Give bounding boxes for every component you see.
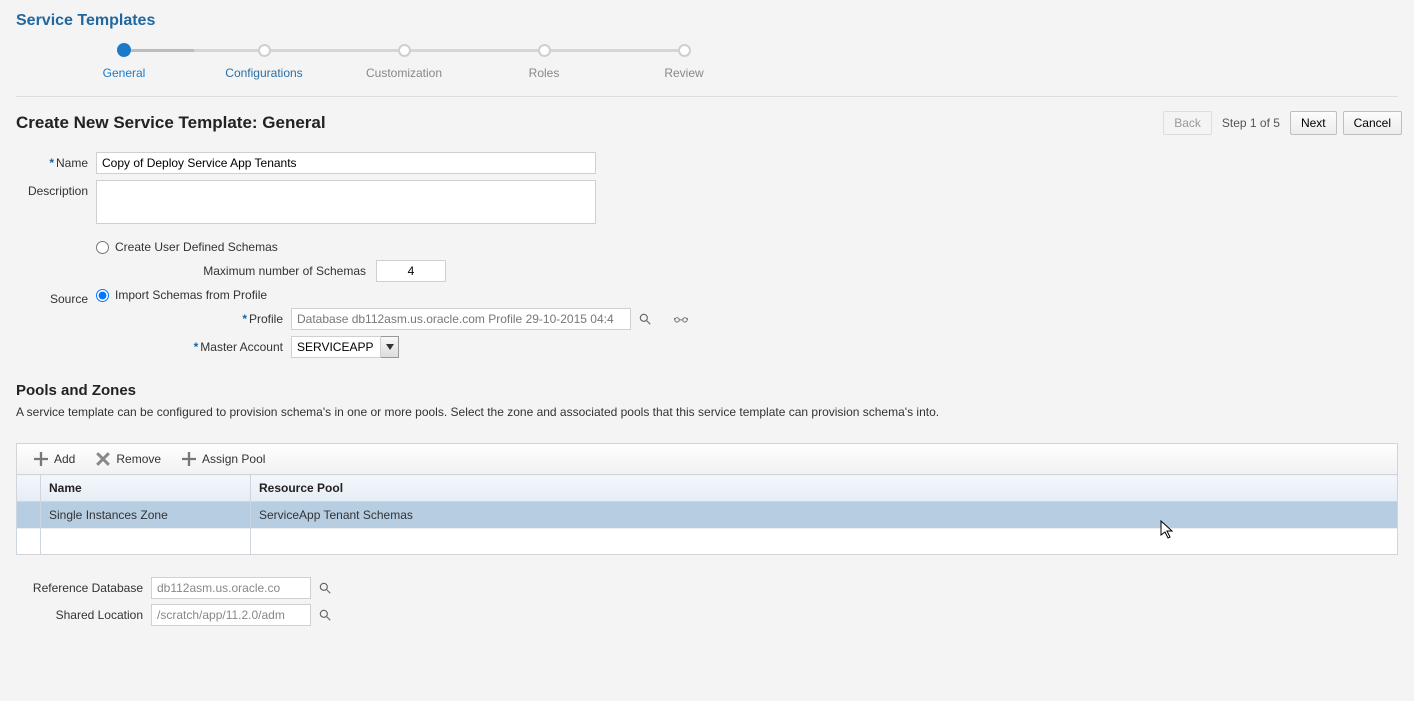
shared-loc-input[interactable] <box>151 604 311 626</box>
wizard-step-review: Review <box>614 42 754 80</box>
back-button: Back <box>1163 111 1212 135</box>
profile-input[interactable] <box>291 308 631 330</box>
master-account-value[interactable] <box>291 336 381 358</box>
remove-button[interactable]: Remove <box>89 450 161 468</box>
pools-heading: Pools and Zones <box>16 382 1398 399</box>
radio-import-label: Import Schemas from Profile <box>115 288 267 302</box>
radio-create-schemas[interactable] <box>96 241 109 254</box>
ref-db-input[interactable] <box>151 577 311 599</box>
add-button[interactable]: Add <box>27 450 75 468</box>
plus-icon <box>180 450 198 468</box>
shared-loc-search-icon[interactable] <box>316 606 334 624</box>
wizard-label: Review <box>664 66 703 80</box>
pools-table: Name Resource Pool Single Instances Zone… <box>16 474 1398 555</box>
pools-toolbar: Add Remove Assign Pool <box>16 443 1398 474</box>
cancel-button[interactable]: Cancel <box>1343 111 1402 135</box>
wizard-label: General <box>103 66 146 80</box>
wizard-step-configurations[interactable]: Configurations <box>194 42 334 80</box>
source-label: Source <box>16 292 96 306</box>
wizard-label: Configurations <box>225 66 302 80</box>
master-account-select[interactable] <box>291 336 399 358</box>
col-name[interactable]: Name <box>41 475 251 502</box>
wizard-train: General Configurations Customization Rol… <box>0 38 1414 96</box>
name-input[interactable] <box>96 152 596 174</box>
wizard-label: Customization <box>366 66 442 80</box>
radio-import-profile[interactable] <box>96 289 109 302</box>
wizard-label: Roles <box>529 66 560 80</box>
ref-db-search-icon[interactable] <box>316 579 334 597</box>
table-row-empty <box>17 529 1398 555</box>
max-schemas-input[interactable] <box>376 260 446 282</box>
step-indicator: Step 1 of 5 <box>1218 116 1284 130</box>
view-icon[interactable] <box>672 310 690 328</box>
wizard-step-customization: Customization <box>334 42 474 80</box>
cell-name: Single Instances Zone <box>41 502 251 529</box>
cell-resource-pool: ServiceApp Tenant Schemas <box>251 502 1398 529</box>
ref-db-label: Reference Database <box>16 581 151 595</box>
profile-search-icon[interactable] <box>636 310 654 328</box>
row-header-blank <box>17 475 41 502</box>
wizard-step-general[interactable]: General <box>54 42 194 80</box>
wizard-step-roles: Roles <box>474 42 614 80</box>
section-title: Create New Service Template: General <box>16 113 326 133</box>
dropdown-icon[interactable] <box>381 336 399 358</box>
shared-loc-label: Shared Location <box>16 608 151 622</box>
description-label: Description <box>16 180 96 198</box>
plus-icon <box>32 450 50 468</box>
name-label: *Name <box>16 156 96 170</box>
col-resource-pool[interactable]: Resource Pool <box>251 475 1398 502</box>
max-schemas-label: Maximum number of Schemas <box>96 264 376 278</box>
pools-help: A service template can be configured to … <box>16 405 1398 419</box>
wizard-nav-buttons: Back Step 1 of 5 Next Cancel <box>1163 111 1402 135</box>
master-account-label: *Master Account <box>96 340 291 354</box>
content-area[interactable]: *Name Description Source Create User Def… <box>16 142 1406 701</box>
description-input[interactable] <box>96 180 596 224</box>
page-title: Service Templates <box>0 0 1414 38</box>
radio-create-label: Create User Defined Schemas <box>115 240 278 254</box>
x-icon <box>94 450 112 468</box>
profile-label: *Profile <box>96 312 291 326</box>
table-row[interactable]: Single Instances Zone ServiceApp Tenant … <box>17 502 1398 529</box>
next-button[interactable]: Next <box>1290 111 1337 135</box>
assign-pool-button[interactable]: Assign Pool <box>175 450 265 468</box>
